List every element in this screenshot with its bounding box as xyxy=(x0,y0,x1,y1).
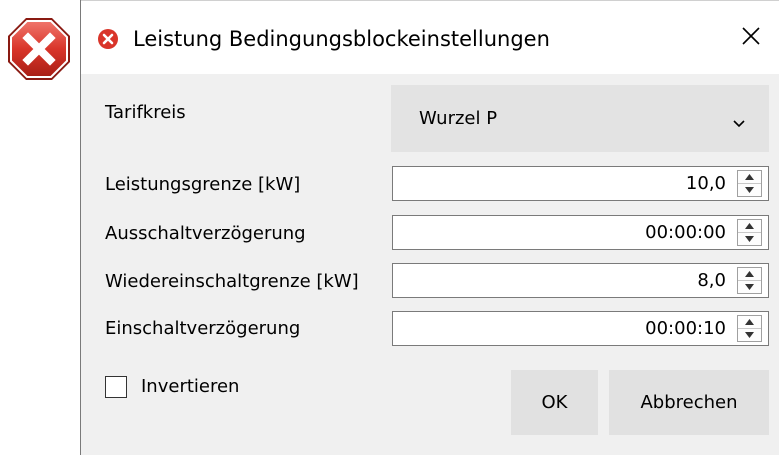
triangle-down-icon xyxy=(745,332,754,338)
spin-up-button[interactable] xyxy=(738,171,761,184)
spin-down-button[interactable] xyxy=(738,281,761,293)
leistungsgrenze-value: 10,0 xyxy=(685,173,726,194)
title-bar: Leistung Bedingungsblockeinstellungen xyxy=(81,0,779,74)
error-icon xyxy=(97,28,119,50)
tarifkreis-selected-value: Wurzel P xyxy=(419,108,498,129)
invertieren-label: Invertieren xyxy=(141,376,240,397)
leistungsgrenze-spinbox[interactable]: 10,0 xyxy=(392,166,769,201)
wiedereinschaltgrenze-label: Wiedereinschaltgrenze [kW] xyxy=(105,271,359,292)
einschaltverzoegerung-spinbox[interactable]: 00:00:10 xyxy=(392,311,769,346)
settings-dialog: Leistung Bedingungsblockeinstellungen Ta… xyxy=(80,0,779,455)
triangle-down-icon xyxy=(745,187,754,193)
spin-down-button[interactable] xyxy=(738,329,761,341)
tarifkreis-dropdown[interactable]: Wurzel P xyxy=(391,85,769,152)
spin-down-button[interactable] xyxy=(738,233,761,245)
ok-button[interactable]: OK xyxy=(511,370,598,435)
error-icon xyxy=(6,16,72,82)
checkbox-box[interactable] xyxy=(105,376,127,398)
ausschaltverzoegerung-label: Ausschaltverzögerung xyxy=(105,223,306,244)
leistungsgrenze-label: Leistungsgrenze [kW] xyxy=(105,174,301,195)
spin-up-button[interactable] xyxy=(738,268,761,281)
wiedereinschaltgrenze-spinbox[interactable]: 8,0 xyxy=(392,263,769,298)
spin-buttons xyxy=(737,315,762,342)
triangle-up-icon xyxy=(745,223,754,229)
einschaltverzoegerung-label: Einschaltverzögerung xyxy=(105,318,301,339)
spin-up-button[interactable] xyxy=(738,220,761,233)
spin-up-button[interactable] xyxy=(738,316,761,329)
close-button[interactable] xyxy=(723,9,779,65)
einschaltverzoegerung-value: 00:00:10 xyxy=(645,318,726,339)
triangle-up-icon xyxy=(745,319,754,325)
spin-down-button[interactable] xyxy=(738,184,761,196)
dialog-title: Leistung Bedingungsblockeinstellungen xyxy=(133,27,550,51)
spin-buttons xyxy=(737,267,762,294)
ausschaltverzoegerung-value: 00:00:00 xyxy=(645,222,726,243)
ausschaltverzoegerung-spinbox[interactable]: 00:00:00 xyxy=(392,215,769,250)
triangle-up-icon xyxy=(745,271,754,277)
wiedereinschaltgrenze-value: 8,0 xyxy=(697,270,726,291)
cancel-button[interactable]: Abbrechen xyxy=(609,370,769,435)
triangle-down-icon xyxy=(745,236,754,242)
spin-buttons xyxy=(737,170,762,197)
tarifkreis-label: Tarifkreis xyxy=(105,102,186,123)
chevron-down-icon xyxy=(733,113,745,132)
close-icon xyxy=(742,27,760,45)
triangle-up-icon xyxy=(745,174,754,180)
triangle-down-icon xyxy=(745,284,754,290)
spin-buttons xyxy=(737,219,762,246)
